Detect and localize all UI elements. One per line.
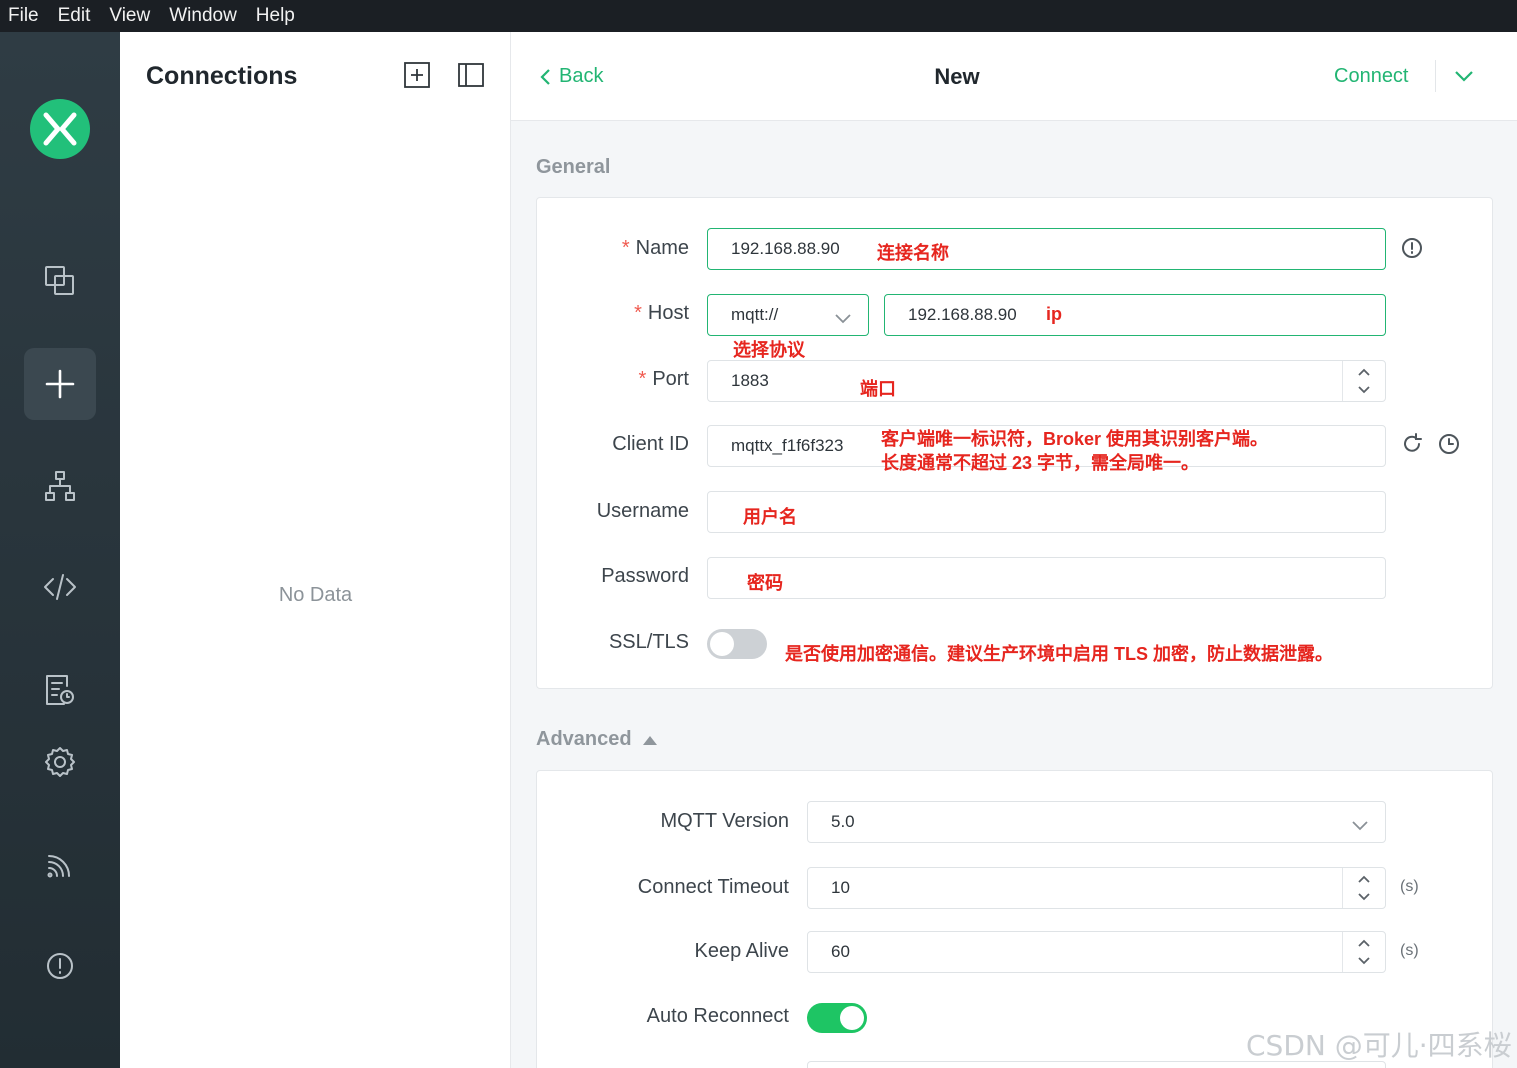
refresh-icon[interactable] xyxy=(1401,433,1423,455)
mqttx-logo xyxy=(30,99,90,159)
toggle-panel-icon[interactable] xyxy=(457,61,485,89)
name-value: 192.168.88.90 xyxy=(731,239,840,258)
divider xyxy=(1435,60,1436,92)
main-content: Back New Connect General * Name 192.168.8… xyxy=(511,32,1517,1068)
chevron-down-icon xyxy=(1358,386,1370,394)
watermark: CSDN @可儿·四系桜 xyxy=(1246,1029,1512,1062)
keep-alive-label: Keep Alive xyxy=(694,940,789,962)
menu-window[interactable]: Window xyxy=(169,5,237,27)
plus-icon[interactable] xyxy=(24,348,96,420)
name-input[interactable]: 192.168.88.90 xyxy=(707,228,1386,270)
keep-alive-input[interactable]: 60 xyxy=(807,931,1386,973)
name-label: * Name xyxy=(621,237,689,259)
password-annotation: 密码 xyxy=(747,573,783,593)
chevron-up-icon xyxy=(1358,939,1370,947)
auto-reconnect-label: Auto Reconnect xyxy=(646,1005,789,1027)
advanced-label: Advanced xyxy=(536,728,632,750)
chevron-down-icon xyxy=(1358,893,1370,901)
client-id-value: mqttx_f1f6f323 xyxy=(731,436,844,455)
caret-up-icon xyxy=(642,735,657,745)
ssl-label: SSL/TLS xyxy=(608,631,689,653)
copy-icon[interactable] xyxy=(24,245,96,317)
protocol-value: mqtt:// xyxy=(731,305,779,324)
port-value: 1883 xyxy=(731,371,769,390)
clock-icon[interactable] xyxy=(1438,433,1460,455)
username-input[interactable] xyxy=(707,491,1386,533)
menu-bar: File Edit View Window Help xyxy=(0,0,1517,32)
app-sidebar xyxy=(0,32,120,1068)
client-id-label: Client ID xyxy=(612,433,689,455)
password-input[interactable] xyxy=(707,557,1386,599)
chevron-down-icon[interactable] xyxy=(1453,68,1475,84)
port-annotation: 端口 xyxy=(860,379,896,399)
connect-timeout-label: Connect Timeout xyxy=(637,876,789,898)
chevron-down-icon xyxy=(834,310,852,324)
general-section-label: General xyxy=(536,156,611,178)
ssl-toggle[interactable] xyxy=(707,629,767,659)
protocol-annotation: 选择协议 xyxy=(733,340,805,360)
protocol-select[interactable]: mqtt:// xyxy=(707,294,869,336)
sitemap-icon[interactable] xyxy=(24,450,96,522)
username-annotation: 用户名 xyxy=(743,507,797,527)
ssl-annotation: 是否使用加密通信。建议生产环境中启用 TLS 加密，防止数据泄露。 xyxy=(785,644,1333,664)
host-label: * Host xyxy=(634,302,689,324)
connect-timeout-stepper[interactable] xyxy=(1342,868,1385,908)
menu-file[interactable]: File xyxy=(8,5,39,27)
keep-alive-unit: (s) xyxy=(1400,942,1419,959)
keep-alive-stepper[interactable] xyxy=(1342,932,1385,972)
code-icon[interactable] xyxy=(24,551,96,623)
mqtt-version-value: 5.0 xyxy=(831,812,855,831)
mqtt-version-select[interactable]: 5.0 xyxy=(807,801,1386,843)
username-label: Username xyxy=(596,500,689,522)
client-id-annotation-line2: 长度通常不超过 23 字节，需全局唯一。 xyxy=(881,453,1200,473)
connections-title: Connections xyxy=(146,62,298,90)
host-input[interactable]: 192.168.88.90 xyxy=(884,294,1386,336)
port-stepper[interactable] xyxy=(1342,361,1385,401)
connect-timeout-input[interactable]: 10 xyxy=(807,867,1386,909)
auto-reconnect-toggle[interactable] xyxy=(807,1003,867,1033)
info-icon[interactable] xyxy=(24,930,96,1002)
password-label: Password xyxy=(601,565,689,587)
mqtt-version-label: MQTT Version xyxy=(660,810,789,832)
menu-view[interactable]: View xyxy=(109,5,150,27)
empty-state-text: No Data xyxy=(278,584,353,606)
port-input[interactable]: 1883 xyxy=(707,360,1386,402)
keep-alive-value: 60 xyxy=(831,942,850,961)
chevron-up-icon xyxy=(1358,875,1370,883)
host-value: 192.168.88.90 xyxy=(908,305,1017,324)
toggle-knob xyxy=(710,632,734,656)
new-connection-icon[interactable] xyxy=(403,61,431,89)
connections-panel: Connections No Data xyxy=(120,32,511,1068)
client-id-annotation-line1: 客户端唯一标识符，Broker 使用其识别客户端。 xyxy=(881,429,1269,449)
name-annotation: 连接名称 xyxy=(877,243,949,263)
host-annotation: ip xyxy=(1046,304,1062,324)
connect-button[interactable]: Connect xyxy=(1334,65,1409,88)
top-bar: Back New Connect xyxy=(511,32,1517,121)
gear-icon[interactable] xyxy=(24,726,96,798)
general-card: * Name 192.168.88.90 连接名称 * Host mqtt:// 1… xyxy=(536,197,1493,689)
log-icon[interactable] xyxy=(24,654,96,726)
page-title: New xyxy=(934,64,980,89)
chevron-down-icon xyxy=(1351,817,1369,831)
menu-help[interactable]: Help xyxy=(256,5,295,27)
connect-timeout-unit: (s) xyxy=(1400,878,1419,895)
feed-icon[interactable] xyxy=(24,829,96,901)
info-icon[interactable] xyxy=(1401,237,1423,259)
port-label: * Port xyxy=(638,368,689,390)
advanced-section-label[interactable]: Advanced xyxy=(536,728,658,751)
connect-timeout-value: 10 xyxy=(831,878,850,897)
toggle-knob xyxy=(840,1006,864,1030)
menu-edit[interactable]: Edit xyxy=(58,5,91,27)
chevron-up-icon xyxy=(1358,368,1370,376)
chevron-down-icon xyxy=(1358,957,1370,965)
